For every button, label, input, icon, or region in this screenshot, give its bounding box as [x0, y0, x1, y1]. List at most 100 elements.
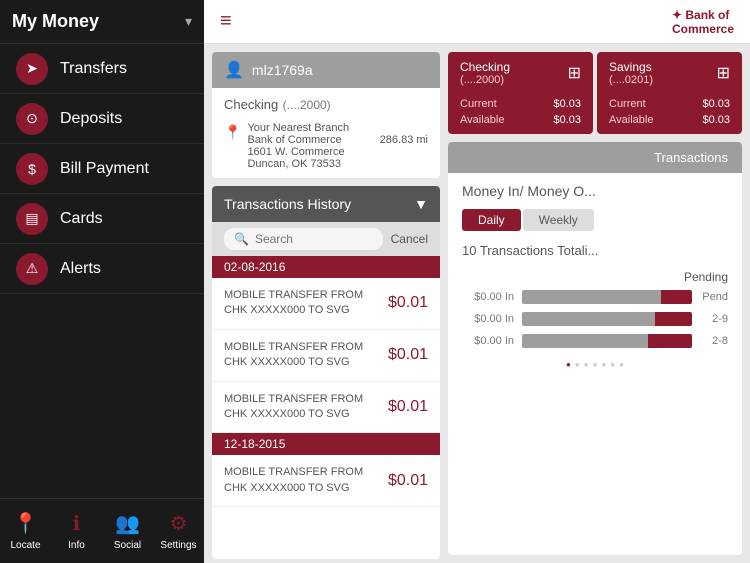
savings-name: Savings — [609, 60, 653, 74]
sidebar-title: My Money — [12, 11, 99, 32]
transactions-scroll[interactable]: 02-08-2016 MOBILE TRANSFER FROM CHK XXXX… — [212, 256, 440, 559]
account-card-body: Checking (....2000) 📍 Your Nearest Branc… — [212, 88, 440, 178]
right-panel: Checking (....2000) ⊞ Current $0.03 Avai… — [448, 44, 750, 563]
checking-name: Checking — [460, 60, 510, 74]
transaction-amount: $0.01 — [388, 294, 428, 312]
footer-info[interactable]: ℹ Info — [51, 499, 102, 563]
location-icon: 📍 — [224, 124, 241, 141]
savings-header: Savings (....0201) ⊞ — [609, 60, 730, 86]
branch-distance: 286.83 mi — [380, 134, 428, 146]
sidebar-item-transfers[interactable]: ➤ Transfers — [0, 44, 204, 94]
savings-number: (....0201) — [609, 74, 653, 86]
sidebar-footer: 📍 Locate ℹ Info 👥 Social ⚙ Settings — [0, 498, 204, 563]
savings-current-label: Current — [609, 98, 646, 110]
bar-fill-gray-2 — [522, 312, 655, 326]
dot-3: ● — [593, 360, 598, 369]
chart-panel: Transactions Money In/ Money O... Daily … — [448, 142, 742, 555]
savings-current-row: Current $0.03 — [609, 98, 730, 110]
alerts-icon: ⚠ — [16, 253, 48, 285]
table-row[interactable]: MOBILE TRANSFER FROM CHK XXXXX000 TO SVG… — [212, 455, 440, 507]
transaction-desc: MOBILE TRANSFER FROM CHK XXXXX000 TO SVG — [224, 340, 388, 371]
branch-address: 1601 W. Commerce — [247, 146, 428, 158]
transaction-desc: MOBILE TRANSFER FROM CHK XXXXX000 TO SVG — [224, 392, 388, 423]
footer-social[interactable]: 👥 Social — [102, 499, 153, 563]
transaction-desc: MOBILE TRANSFER FROM CHK XXXXX000 TO SVG — [224, 465, 388, 496]
bank-branch-name: Bank of Commerce 286.83 mi — [247, 134, 428, 146]
chart-total: 10 Transactions Totali... — [462, 243, 728, 258]
bill-payment-icon: $ — [16, 153, 48, 185]
sidebar-header: My Money ▾ — [0, 0, 204, 44]
transactions-header: Transactions History ▼ — [212, 186, 440, 222]
sidebar-item-alerts[interactable]: ⚠ Alerts — [0, 244, 204, 294]
bar-fill-gray-1 — [522, 290, 661, 304]
footer-locate[interactable]: 📍 Locate — [0, 499, 51, 563]
dot-1: ● — [575, 360, 580, 369]
sidebar: My Money ▾ ➤ Transfers ⊙ Deposits $ Bill… — [0, 0, 204, 563]
transactions-panel: Transactions History ▼ 🔍 Cancel 02-08-20… — [212, 186, 440, 559]
checking-current-label: Current — [460, 98, 497, 110]
checking-available-label: Available — [460, 114, 504, 126]
transfers-icon: ➤ — [16, 53, 48, 85]
sidebar-item-label: Bill Payment — [60, 160, 149, 178]
filter-icon[interactable]: ▼ — [414, 196, 428, 212]
pending-section-title: Pending — [462, 270, 728, 284]
sidebar-item-label: Alerts — [60, 260, 101, 278]
settings-icon: ⚙ — [170, 511, 188, 536]
chart-header-title: Transactions — [654, 150, 728, 165]
social-icon: 👥 — [115, 511, 140, 536]
deposits-icon: ⊙ — [16, 103, 48, 135]
date-header-2: 12-18-2015 — [212, 433, 440, 455]
chart-body: Money In/ Money O... Daily Weekly 10 Tra… — [448, 173, 742, 555]
pagination-dots: ● ● ● ● ● ● ● — [462, 360, 728, 369]
checking-number: (....2000) — [460, 74, 510, 86]
search-input-wrap: 🔍 — [224, 228, 383, 250]
transaction-amount: $0.01 — [388, 346, 428, 364]
checking-available-value: $0.03 — [553, 114, 581, 126]
tab-daily[interactable]: Daily — [462, 209, 521, 231]
cards-icon: ▤ — [16, 203, 48, 235]
tab-weekly[interactable]: Weekly — [523, 209, 594, 231]
account-card: 👤 mlz1769a Checking (....2000) 📍 Your Ne… — [212, 52, 440, 178]
bank-name: ✦ Bank ofCommerce — [672, 8, 734, 36]
sidebar-item-bill-payment[interactable]: $ Bill Payment — [0, 144, 204, 194]
bar-label-1: $0.00 In — [462, 291, 514, 303]
hamburger-icon[interactable]: ≡ — [220, 10, 232, 33]
bar-fill-gray-3 — [522, 334, 648, 348]
account-card-header: 👤 mlz1769a — [212, 52, 440, 88]
checking-header: Checking (....2000) ⊞ — [460, 60, 581, 86]
table-row[interactable]: MOBILE TRANSFER FROM CHK XXXXX000 TO SVG… — [212, 382, 440, 434]
chart-subtitle: Money In/ Money O... — [462, 183, 728, 199]
transactions-title: Transactions History — [224, 196, 351, 212]
table-row[interactable]: MOBILE TRANSFER FROM CHK XXXXX000 TO SVG… — [212, 278, 440, 330]
chart-header: Transactions — [448, 142, 742, 173]
footer-settings-label: Settings — [160, 540, 196, 551]
left-panel: 👤 mlz1769a Checking (....2000) 📍 Your Ne… — [204, 44, 448, 563]
main-header: ≡ ✦ Bank ofCommerce — [204, 0, 750, 44]
transaction-desc: MOBILE TRANSFER FROM CHK XXXXX000 TO SVG — [224, 288, 388, 319]
footer-settings[interactable]: ⚙ Settings — [153, 499, 204, 563]
savings-available-row: Available $0.03 — [609, 114, 730, 126]
account-type: Checking — [224, 97, 278, 112]
table-row[interactable]: MOBILE TRANSFER FROM CHK XXXXX000 TO SVG… — [212, 330, 440, 382]
sidebar-item-cards[interactable]: ▤ Cards — [0, 194, 204, 244]
cancel-button[interactable]: Cancel — [391, 232, 428, 246]
bar-row-2: $0.00 In 2-9 — [462, 312, 728, 326]
chevron-down-icon[interactable]: ▾ — [185, 13, 192, 30]
checking-available-row: Available $0.03 — [460, 114, 581, 126]
main-content: ≡ ✦ Bank ofCommerce 👤 mlz1769a Checking … — [204, 0, 750, 563]
bar-date-3: 2-8 — [700, 335, 728, 347]
search-input[interactable] — [255, 232, 373, 246]
bar-date-2: 2-9 — [700, 313, 728, 325]
dot-active: ● — [566, 360, 571, 369]
sidebar-item-deposits[interactable]: ⊙ Deposits — [0, 94, 204, 144]
accounts-row: Checking (....2000) ⊞ Current $0.03 Avai… — [448, 52, 742, 134]
search-bar: 🔍 Cancel — [212, 222, 440, 256]
dot-5: ● — [610, 360, 615, 369]
bar-track-1 — [522, 290, 692, 304]
bar-date-1: Pend — [700, 291, 728, 303]
branch-details: Your Nearest Branch Bank of Commerce 286… — [247, 122, 428, 170]
dot-2: ● — [584, 360, 589, 369]
grid-icon-2: ⊞ — [717, 63, 730, 83]
checking-current-row: Current $0.03 — [460, 98, 581, 110]
sidebar-item-label: Cards — [60, 210, 103, 228]
